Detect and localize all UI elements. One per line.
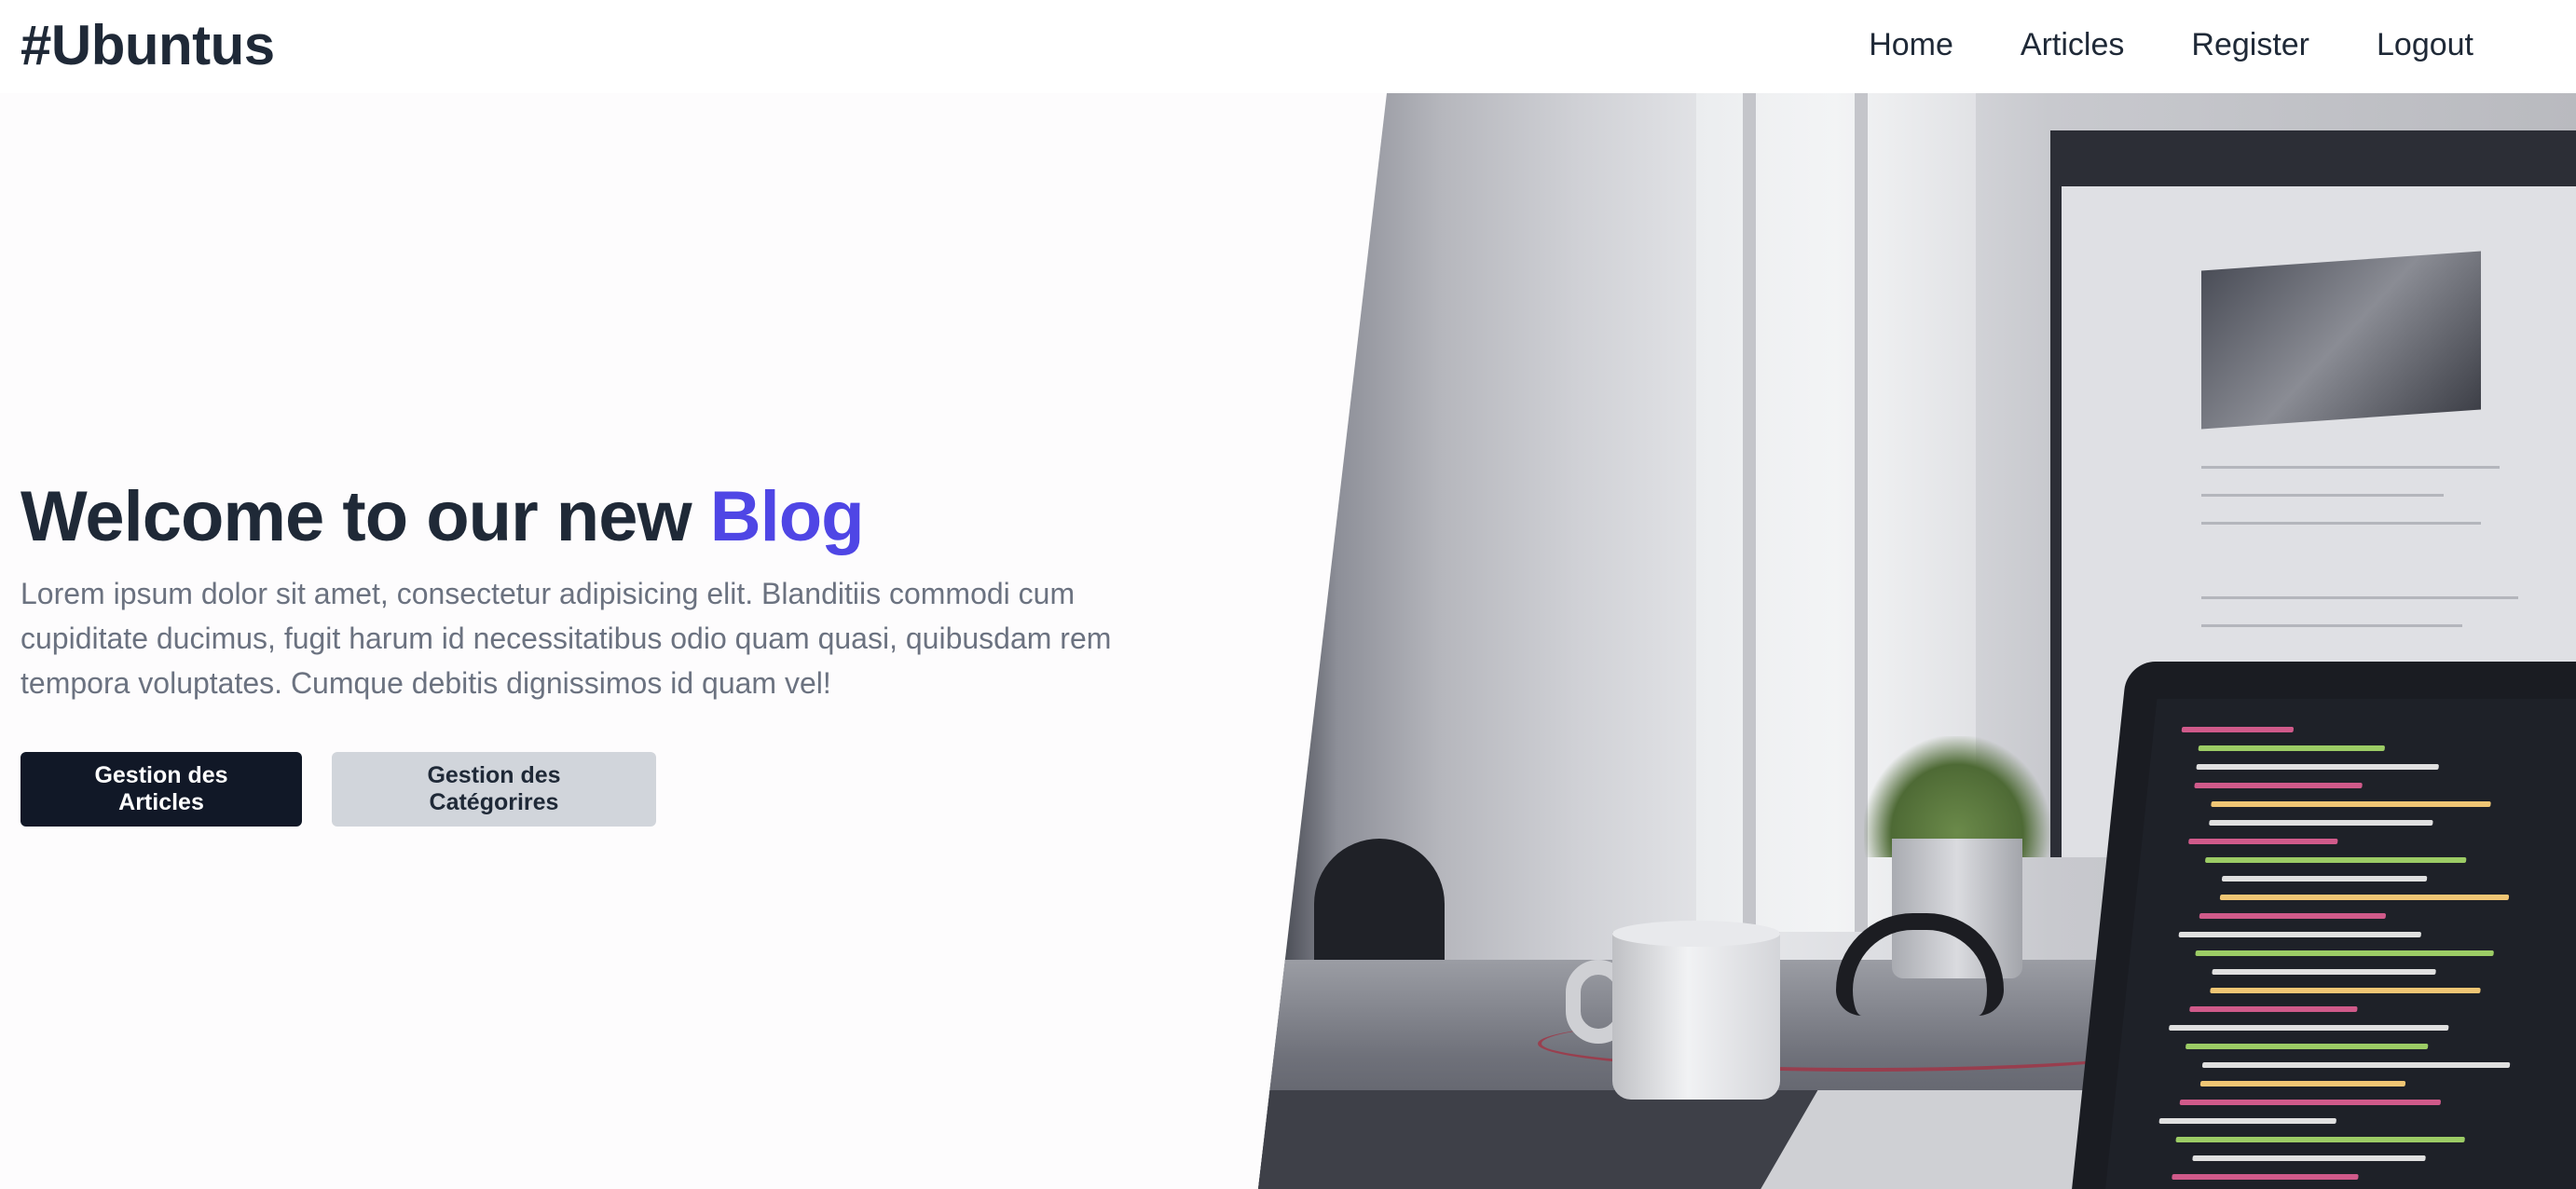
code-line: [2211, 801, 2491, 807]
window-frame: [1743, 93, 1756, 932]
code-line: [2209, 820, 2433, 826]
nav-links: Home Articles Register Logout: [1869, 24, 2473, 65]
nav-link-register[interactable]: Register: [2191, 24, 2309, 65]
code-line: [2204, 857, 2467, 863]
code-line: [2221, 876, 2428, 882]
code-line: [2181, 727, 2295, 732]
nav-link-home[interactable]: Home: [1869, 24, 1953, 65]
code-line: [2192, 1155, 2426, 1161]
hero-title: Welcome to our new Blog: [21, 471, 1195, 564]
code-line: [2178, 932, 2422, 937]
monitor-text-line: [2201, 494, 2444, 497]
hero-section: Welcome to our new Blog Lorem ipsum dolo…: [21, 471, 1195, 827]
navbar: #Ubuntus Home Articles Register Logout: [0, 0, 2576, 93]
hero-image: [1258, 93, 2576, 1189]
code-line: [2189, 1006, 2358, 1012]
code-line: [2172, 1174, 2359, 1180]
monitor-text-line: [2201, 466, 2500, 469]
code-line: [2168, 1025, 2449, 1031]
code-line: [2195, 950, 2494, 956]
code-line: [2201, 1062, 2511, 1068]
code-line: [2194, 783, 2363, 788]
monitor-photo-shape: [2201, 251, 2481, 430]
nav-link-logout[interactable]: Logout: [2377, 24, 2473, 65]
monitor-text-line: [2201, 522, 2481, 525]
manage-categories-button[interactable]: Gestion des Catégorires: [332, 752, 656, 827]
code-line: [2198, 745, 2386, 751]
page: #Ubuntus Home Articles Register Logout W…: [0, 0, 2576, 1189]
laptop-code-screen: [2102, 699, 2576, 1189]
code-line: [2199, 1081, 2406, 1086]
code-line: [2179, 1100, 2442, 1105]
code-line: [2212, 969, 2436, 975]
code-line: [2199, 913, 2387, 919]
code-line: [2196, 764, 2440, 770]
monitor-text-line: [2201, 624, 2462, 627]
code-line: [2187, 839, 2338, 844]
brand-logo[interactable]: #Ubuntus: [21, 13, 275, 78]
code-line: [2219, 895, 2510, 900]
hero-description: Lorem ipsum dolor sit amet, consectetur …: [21, 577, 1112, 700]
code-line: [2158, 1118, 2337, 1124]
hero-title-accent: Blog: [709, 477, 865, 556]
hero-buttons: Gestion des Articles Gestion des Catégor…: [21, 752, 1195, 827]
nav-link-articles[interactable]: Articles: [2021, 24, 2124, 65]
mug-rim-shape: [1612, 921, 1780, 947]
mug-shape: [1612, 932, 1780, 1100]
code-line: [2175, 1137, 2465, 1142]
laptop-shape: [2066, 662, 2576, 1189]
monitor-text-line: [2201, 596, 2518, 599]
manage-articles-button[interactable]: Gestion des Articles: [21, 752, 302, 827]
code-line: [2210, 988, 2481, 993]
hero-title-prefix: Welcome to our new: [21, 477, 710, 556]
code-line: [2185, 1044, 2429, 1049]
